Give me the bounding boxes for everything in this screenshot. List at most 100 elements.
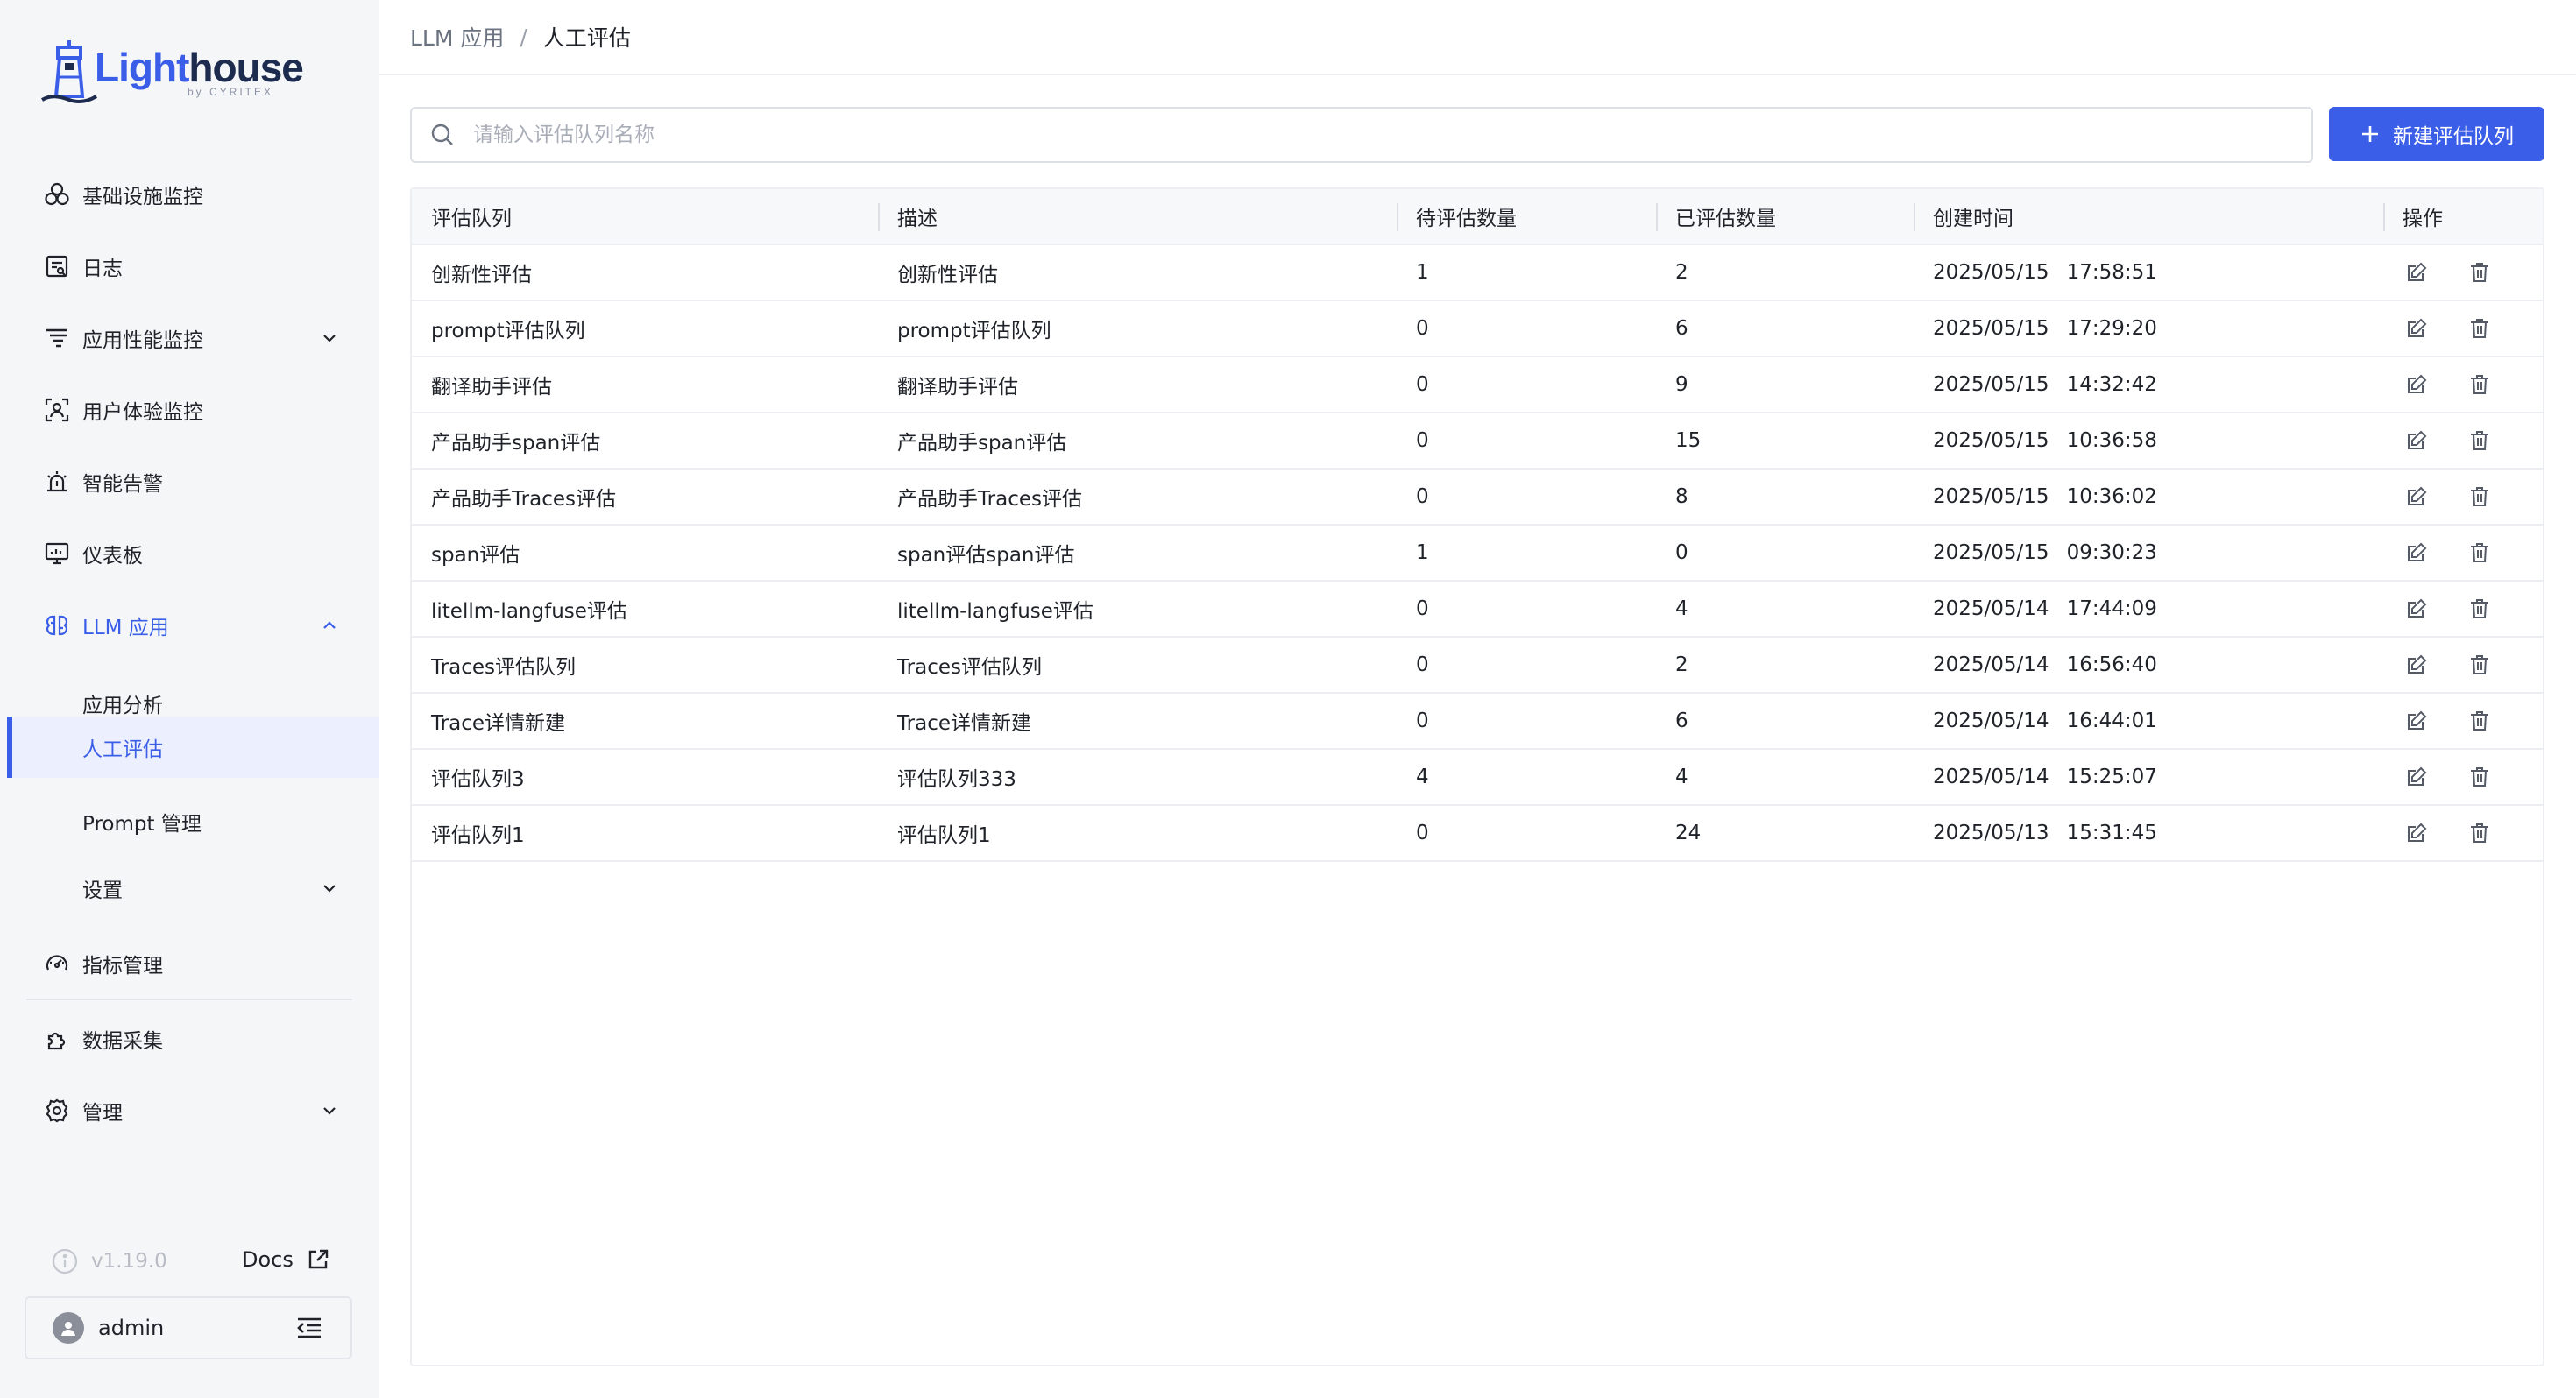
delete-icon[interactable] bbox=[2467, 484, 2492, 509]
column-separator[interactable] bbox=[2383, 203, 2385, 231]
pending-count-cell: 0 bbox=[1416, 597, 1429, 620]
pending-count-cell: 0 bbox=[1416, 653, 1429, 676]
avatar[interactable] bbox=[53, 1312, 84, 1344]
version-info: v1.19.0 bbox=[51, 1247, 167, 1275]
edit-icon[interactable] bbox=[2404, 484, 2429, 509]
delete-icon[interactable] bbox=[2467, 821, 2492, 845]
pending-count-cell: 0 bbox=[1416, 429, 1429, 452]
edit-icon[interactable] bbox=[2404, 597, 2429, 621]
created-clock: 16:44:01 bbox=[2066, 710, 2157, 732]
column-separator[interactable] bbox=[878, 203, 880, 231]
delete-icon[interactable] bbox=[2467, 653, 2492, 677]
description-cell: span评估span评估 bbox=[897, 544, 1075, 567]
sidebar-item-label: 指标管理 bbox=[82, 955, 163, 978]
created-clock: 17:58:51 bbox=[2066, 261, 2157, 284]
delete-icon[interactable] bbox=[2467, 372, 2492, 397]
edit-icon[interactable] bbox=[2404, 260, 2429, 285]
column-header-actions: 操作 bbox=[2403, 208, 2443, 230]
column-separator[interactable] bbox=[1656, 203, 1658, 231]
created-time-cell: 2025/05/15 10:36:58 bbox=[1933, 413, 2157, 468]
table-row[interactable]: 产品助手Traces评估 产品助手Traces评估 0 8 2025/05/15 10:3… bbox=[412, 470, 2543, 526]
search-box bbox=[410, 107, 2313, 163]
breadcrumb: LLM 应用 / 人工评估 bbox=[379, 0, 2576, 75]
sidebar-item-logs[interactable]: 日志 bbox=[26, 240, 352, 293]
table-row[interactable]: 创新性评估 创新性评估 1 2 2025/05/15 17:58:51 bbox=[412, 245, 2543, 301]
pending-count-cell: 1 bbox=[1416, 541, 1429, 564]
breadcrumb-parent[interactable]: LLM 应用 bbox=[410, 21, 504, 53]
edit-icon[interactable] bbox=[2404, 316, 2429, 341]
table-row[interactable]: Trace详情新建 Trace详情新建 0 6 2025/05/14 16:44:01 bbox=[412, 694, 2543, 750]
created-time-cell: 2025/05/13 15:31:45 bbox=[1933, 806, 2157, 860]
version-label: v1.19.0 bbox=[91, 1250, 167, 1273]
delete-icon[interactable] bbox=[2467, 316, 2492, 341]
queue-name-cell: 评估队列1 bbox=[431, 824, 525, 847]
sidebar-item-label: 日志 bbox=[82, 258, 123, 280]
edit-icon[interactable] bbox=[2404, 821, 2429, 845]
description-cell: 翻译助手评估 bbox=[897, 376, 1018, 399]
apm-icon bbox=[42, 323, 72, 353]
created-time-cell: 2025/05/15 10:36:02 bbox=[1933, 470, 2157, 524]
edit-icon[interactable] bbox=[2404, 428, 2429, 453]
lighthouse-logo[interactable]: Lighthouse by CYRITEX bbox=[40, 39, 304, 105]
table-row[interactable]: span评估 span评估span评估 1 0 2025/05/15 09:30:23 bbox=[412, 526, 2543, 582]
sidebar-item-label: 仪表板 bbox=[82, 545, 143, 568]
description-cell: 产品助手span评估 bbox=[897, 432, 1067, 455]
evaluated-count-cell: 4 bbox=[1675, 597, 1688, 620]
edit-icon[interactable] bbox=[2404, 540, 2429, 565]
plus-icon bbox=[2362, 126, 2378, 142]
edit-icon[interactable] bbox=[2404, 765, 2429, 789]
sidebar-item-metrics[interactable]: 指标管理 bbox=[26, 937, 352, 990]
collapse-sidebar-icon[interactable] bbox=[294, 1313, 324, 1343]
queue-name-cell: Trace详情新建 bbox=[431, 712, 566, 735]
evaluated-count-cell: 4 bbox=[1675, 766, 1688, 788]
delete-icon[interactable] bbox=[2467, 597, 2492, 621]
sidebar-subitem-prompt-management[interactable]: Prompt 管理 bbox=[7, 792, 379, 851]
column-separator[interactable] bbox=[1914, 203, 1915, 231]
evaluated-count-cell: 2 bbox=[1675, 261, 1688, 284]
sidebar-item-llm[interactable]: LLM 应用 bbox=[26, 599, 352, 652]
description-cell: litellm-langfuse评估 bbox=[897, 600, 1093, 623]
search-input[interactable] bbox=[473, 109, 2311, 161]
table-row[interactable]: 翻译助手评估 翻译助手评估 0 9 2025/05/15 14:32:42 bbox=[412, 357, 2543, 413]
sidebar-item-rum[interactable]: 用户体验监控 bbox=[26, 384, 352, 436]
evaluated-count-cell: 6 bbox=[1675, 710, 1688, 732]
table-row[interactable]: 评估队列3 评估队列333 4 4 2025/05/14 15:25:07 bbox=[412, 750, 2543, 806]
delete-icon[interactable] bbox=[2467, 765, 2492, 789]
logo-byline: by CYRITEX bbox=[188, 86, 274, 98]
created-date: 2025/05/14 bbox=[1933, 653, 2049, 676]
delete-icon[interactable] bbox=[2467, 260, 2492, 285]
created-date: 2025/05/14 bbox=[1933, 597, 2049, 620]
sidebar-item-infrastructure[interactable]: 基础设施监控 bbox=[26, 168, 352, 221]
delete-icon[interactable] bbox=[2467, 428, 2492, 453]
evaluated-count-cell: 9 bbox=[1675, 373, 1688, 396]
table-row[interactable]: prompt评估队列 prompt评估队列 0 6 2025/05/15 17:29:20 bbox=[412, 301, 2543, 357]
edit-icon[interactable] bbox=[2404, 372, 2429, 397]
edit-icon[interactable] bbox=[2404, 709, 2429, 733]
sidebar-subitem-settings[interactable]: 设置 bbox=[26, 862, 352, 914]
sidebar-item-apm[interactable]: 应用性能监控 bbox=[26, 312, 352, 364]
new-eval-queue-label: 新建评估队列 bbox=[2393, 125, 2514, 148]
table-row[interactable]: 产品助手span评估 产品助手span评估 0 15 2025/05/15 10:36:5… bbox=[412, 413, 2543, 470]
delete-icon[interactable] bbox=[2467, 709, 2492, 733]
chevron-down-icon bbox=[323, 1107, 336, 1115]
sidebar-subitem-human-eval[interactable]: 人工评估 bbox=[7, 717, 379, 778]
sidebar-item-admin[interactable]: 管理 bbox=[26, 1084, 352, 1137]
sidebar-item-data-collection[interactable]: 数据采集 bbox=[26, 1013, 352, 1065]
created-clock: 10:36:02 bbox=[2066, 485, 2157, 508]
sidebar-divider bbox=[26, 999, 352, 1000]
table-row[interactable]: Traces评估队列 Traces评估队列 0 2 2025/05/14 16:56:40 bbox=[412, 638, 2543, 694]
table-row[interactable]: 评估队列1 评估队列1 0 24 2025/05/13 15:31:45 bbox=[412, 806, 2543, 862]
column-separator[interactable] bbox=[1397, 203, 1398, 231]
new-eval-queue-button[interactable]: 新建评估队列 bbox=[2329, 107, 2544, 161]
table-row[interactable]: litellm-langfuse评估 litellm-langfuse评估 0 4 20… bbox=[412, 582, 2543, 638]
username: admin bbox=[98, 1316, 165, 1340]
docs-link[interactable]: Docs bbox=[242, 1247, 330, 1272]
edit-icon[interactable] bbox=[2404, 653, 2429, 677]
sidebar-item-alerts[interactable]: 智能告警 bbox=[26, 455, 352, 508]
created-date: 2025/05/15 bbox=[1933, 317, 2049, 340]
created-date: 2025/05/15 bbox=[1933, 261, 2049, 284]
created-time-cell: 2025/05/15 17:29:20 bbox=[1933, 301, 2157, 356]
sidebar-item-dashboard[interactable]: 仪表板 bbox=[26, 527, 352, 580]
queue-name-cell: litellm-langfuse评估 bbox=[431, 600, 627, 623]
delete-icon[interactable] bbox=[2467, 540, 2492, 565]
